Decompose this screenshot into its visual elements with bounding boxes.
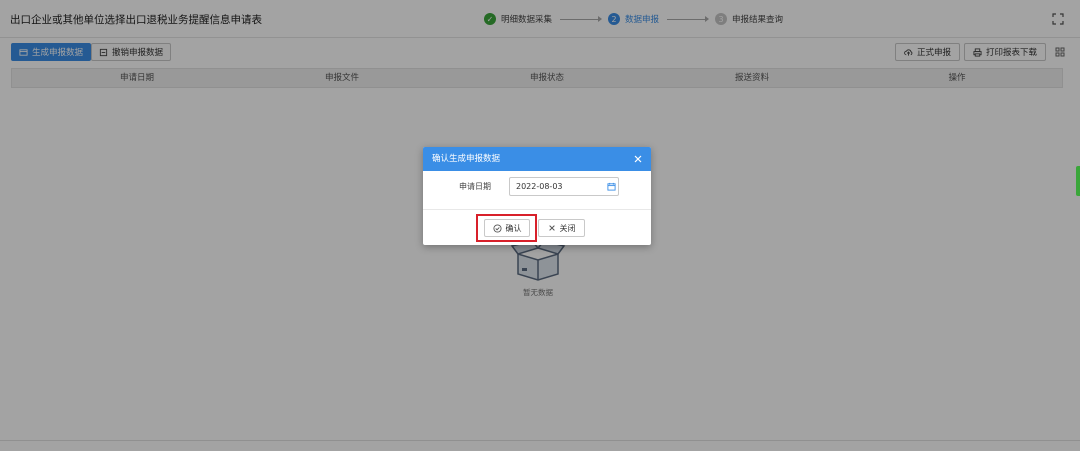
- confirm-button[interactable]: 确认: [484, 219, 530, 237]
- dialog-title: 确认生成申报数据: [432, 154, 501, 164]
- dialog-divider: [423, 209, 651, 210]
- close-label: 关闭: [559, 223, 576, 233]
- dialog-header: 确认生成申报数据: [423, 147, 651, 171]
- apply-date-label: 申请日期: [459, 182, 491, 191]
- close-icon[interactable]: [633, 154, 643, 164]
- calendar-icon[interactable]: [607, 182, 616, 191]
- apply-date-row: 申请日期: [423, 177, 651, 197]
- close-button[interactable]: 关闭: [538, 219, 585, 237]
- close-x-icon: [548, 225, 555, 231]
- confirm-generate-dialog: 确认生成申报数据 申请日期 确认 关闭: [423, 147, 651, 245]
- confirm-label: 确认: [505, 223, 522, 233]
- side-tab[interactable]: [1076, 166, 1080, 196]
- apply-date-input[interactable]: [509, 177, 619, 196]
- check-circle-icon: [492, 223, 502, 233]
